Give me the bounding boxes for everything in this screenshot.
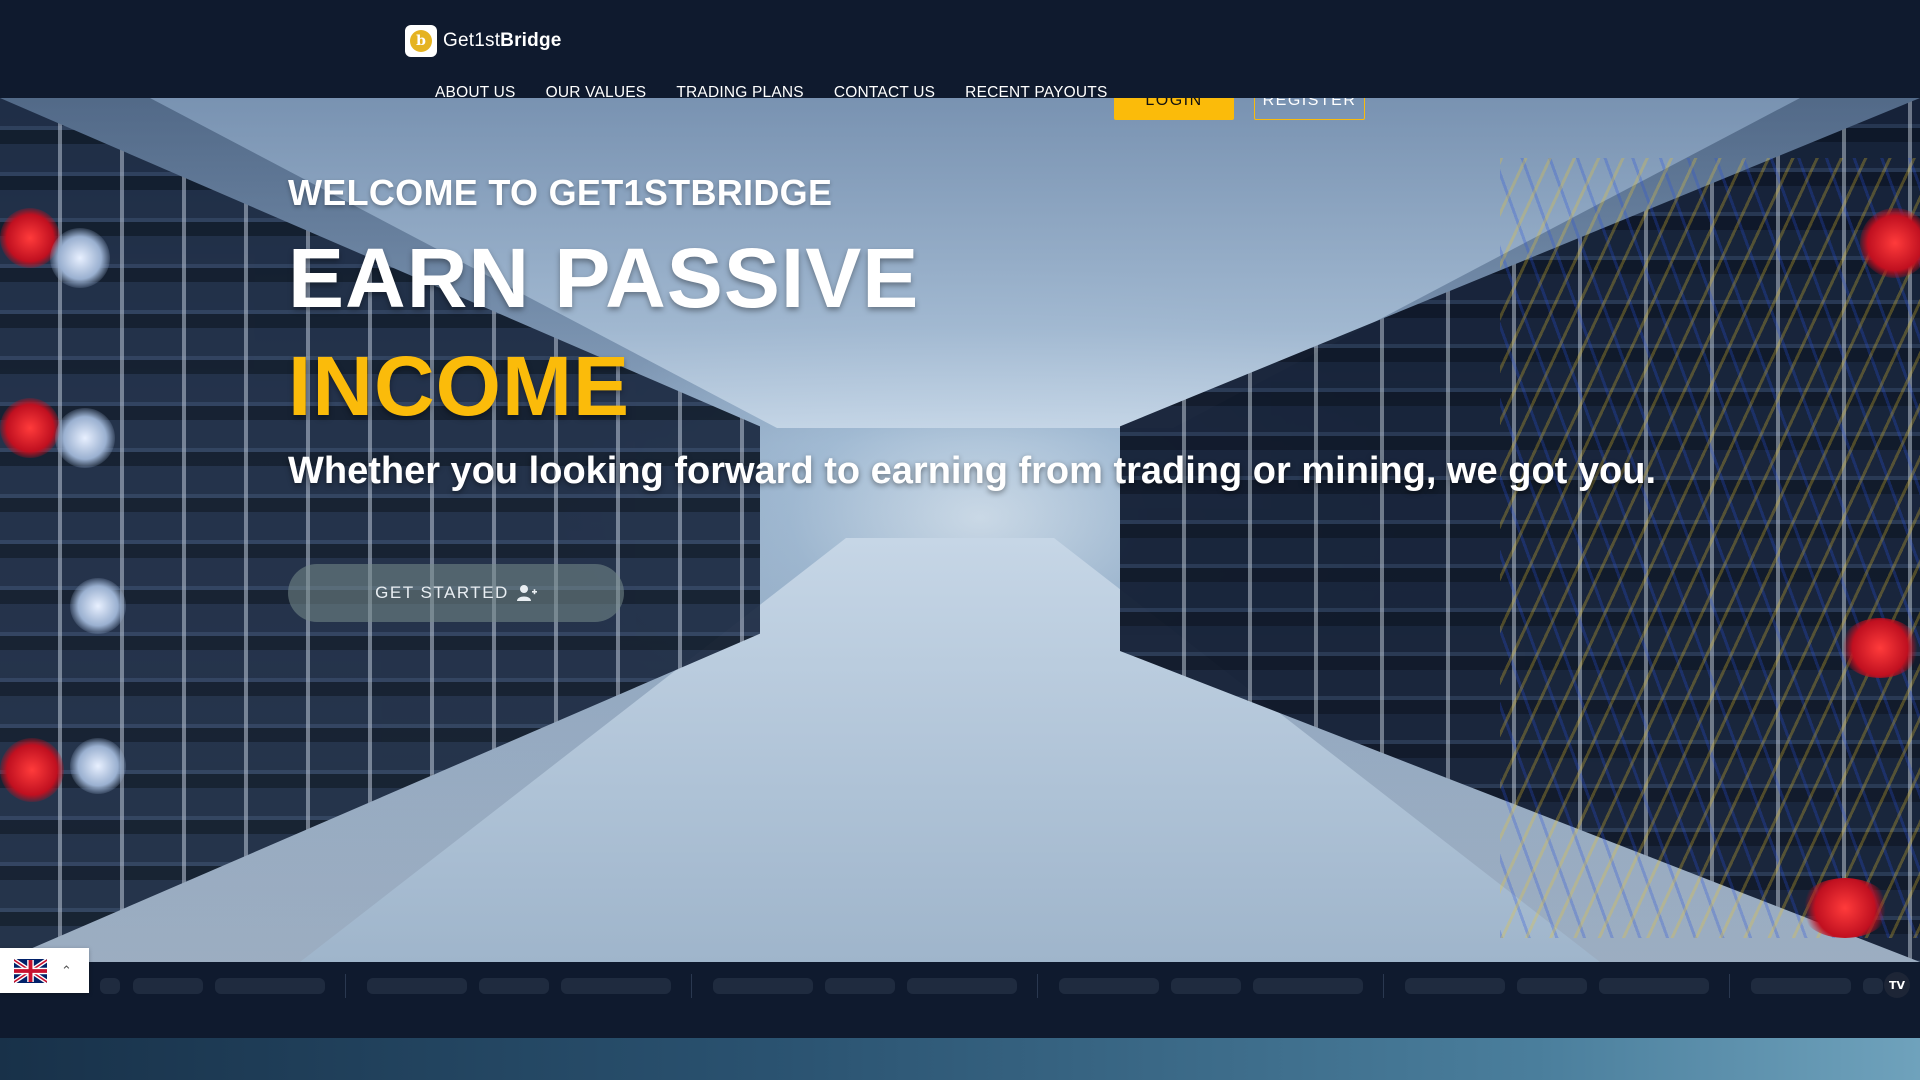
site-header: b Get1stBridge ABOUT US OUR VALUES TRADI…	[0, 0, 1920, 101]
ticker-placeholder	[1253, 978, 1363, 994]
nav-trading-plans[interactable]: TRADING PLANS	[676, 84, 804, 102]
fan-glow	[55, 408, 115, 468]
hero-headline-line2: INCOME	[288, 339, 630, 433]
ticker-divider	[691, 974, 692, 998]
next-section-edge	[0, 1038, 1920, 1080]
ticker-placeholder	[479, 978, 549, 994]
brand-name-bold: Bridge	[500, 30, 562, 51]
ticker-placeholder	[1405, 978, 1505, 994]
ticker-placeholder	[1599, 978, 1709, 994]
hero-section: WELCOME TO GET1STBRIDGE EARN PASSIVE INC…	[0, 98, 1920, 962]
tradingview-icon[interactable]: TV	[1884, 972, 1910, 998]
ticker-placeholder	[367, 978, 467, 994]
brand-name: Get1stBridge	[443, 30, 562, 52]
ticker-placeholder	[907, 978, 1017, 994]
ticker-placeholder	[215, 978, 325, 994]
fan-glow	[0, 398, 60, 458]
chevron-up-icon: ⌃	[61, 962, 72, 978]
ticker-placeholder	[1863, 978, 1883, 994]
hero-content: WELCOME TO GET1STBRIDGE EARN PASSIVE INC…	[288, 172, 1688, 493]
nav-contact-us[interactable]: CONTACT US	[834, 84, 935, 102]
price-ticker: TV	[0, 962, 1920, 1038]
hero-headline-line1: EARN PASSIVE	[288, 231, 920, 325]
get-started-label: GET STARTED	[375, 583, 509, 602]
user-plus-icon	[516, 585, 537, 601]
ticker-placeholder	[133, 978, 203, 994]
uk-flag-icon	[14, 958, 47, 983]
ticker-divider	[345, 974, 346, 998]
ticker-placeholder	[713, 978, 813, 994]
ticker-placeholder	[1171, 978, 1241, 994]
main-nav: ABOUT US OUR VALUES TRADING PLANS CONTAC…	[435, 84, 1108, 102]
logo-mark-icon: b	[405, 25, 437, 57]
ticker-placeholder	[1751, 978, 1851, 994]
ticker-placeholder	[1517, 978, 1587, 994]
brand-name-light: Get1st	[443, 30, 501, 51]
ticker-placeholder	[561, 978, 671, 994]
language-selector[interactable]: ⌃	[0, 948, 89, 993]
ticker-placeholder	[100, 978, 120, 994]
fan-glow	[70, 578, 126, 634]
fan-glow	[1800, 878, 1890, 938]
hero-tagline: Whether you looking forward to earning f…	[288, 450, 1656, 492]
brand-logo[interactable]: b Get1stBridge	[405, 25, 562, 57]
fan-glow	[0, 738, 64, 802]
logo-coin: b	[410, 30, 432, 52]
ticker-placeholder	[1059, 978, 1159, 994]
fan-glow	[70, 738, 126, 794]
fan-glow	[1840, 618, 1920, 678]
ticker-divider	[1037, 974, 1038, 998]
fan-glow	[50, 228, 110, 288]
ticker-placeholder	[825, 978, 895, 994]
nav-recent-payouts[interactable]: RECENT PAYOUTS	[965, 84, 1107, 102]
nav-our-values[interactable]: OUR VALUES	[546, 84, 647, 102]
get-started-button[interactable]: GET STARTED	[288, 564, 624, 622]
ticker-divider	[1729, 974, 1730, 998]
ticker-divider	[1383, 974, 1384, 998]
nav-about-us[interactable]: ABOUT US	[435, 84, 516, 102]
hero-welcome: WELCOME TO GET1STBRIDGE	[288, 172, 833, 213]
